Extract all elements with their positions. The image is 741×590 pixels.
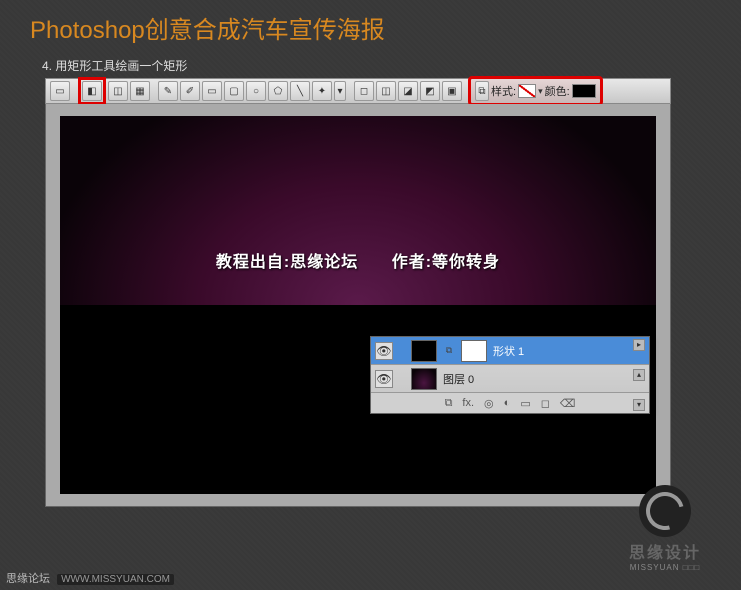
shape-layers-icon: ◧ bbox=[82, 81, 102, 101]
layers-panel-tools: ⧉ fx. ◎ ◐ ▭ ◻ ⌫ bbox=[371, 393, 649, 413]
logo-swirl-icon bbox=[639, 485, 691, 537]
panel-scroll: ▸ ▴ ▾ bbox=[633, 339, 647, 411]
mode-shape-layers-selected[interactable]: ◧ bbox=[78, 77, 106, 105]
panel-scroll-up-icon[interactable]: ▴ bbox=[633, 369, 645, 381]
layer-row[interactable]: 👁 ⧉ 形状 1 bbox=[371, 337, 649, 365]
new-layer-icon[interactable]: ◻ bbox=[541, 397, 550, 410]
panel-collapse-icon[interactable]: ▸ bbox=[633, 339, 645, 351]
link-style-icon[interactable]: ⧉ bbox=[475, 81, 489, 101]
document-window: 教程出自:思缘论坛 作者:等你转身 bbox=[45, 104, 671, 507]
logo-text-cn: 思缘设计 bbox=[629, 539, 701, 563]
footer: 思缘论坛 WWW.MISSYUAN.COM bbox=[6, 570, 174, 586]
delete-layer-icon[interactable]: ⌫ bbox=[560, 397, 576, 410]
freeform-pen-icon[interactable]: ✐ bbox=[180, 81, 200, 101]
step-instruction: 4. 用矩形工具绘画一个矩形 bbox=[0, 45, 741, 74]
style-swatch-none[interactable] bbox=[518, 84, 536, 98]
combine-subtract-icon[interactable]: ◪ bbox=[398, 81, 418, 101]
logo-text-en: MISSYUAN □□□ bbox=[629, 563, 701, 572]
color-swatch-black[interactable] bbox=[572, 84, 596, 98]
layer-group-icon[interactable]: ▭ bbox=[520, 397, 530, 410]
shape-options-dropdown-icon[interactable]: ▾ bbox=[334, 81, 346, 101]
options-toolbar: ▭ ◧ ◫ ▦ ✎ ✐ ▭ ▢ ○ ⬠ ╲ ✦ ▾ ◻ ◫ ◪ ◩ ▣ ⧉ 样式… bbox=[45, 78, 671, 104]
polygon-shape-icon[interactable]: ⬠ bbox=[268, 81, 288, 101]
custom-shape-icon[interactable]: ✦ bbox=[312, 81, 332, 101]
watermark-author: 作者:等你转身 bbox=[392, 254, 500, 271]
fill-pixels-mode-icon[interactable]: ▦ bbox=[130, 81, 150, 101]
visibility-eye-icon[interactable]: 👁 bbox=[375, 370, 393, 388]
visibility-eye-icon[interactable]: 👁 bbox=[375, 342, 393, 360]
style-label: 样式: bbox=[491, 83, 516, 99]
footer-url: WWW.MISSYUAN.COM bbox=[57, 574, 174, 585]
layers-panel: 👁 ⧉ 形状 1 👁 图层 0 ⧉ fx. ◎ ◐ ▭ ◻ ⌫ ▸ ▴ ▾ bbox=[370, 336, 650, 414]
rounded-rect-icon[interactable]: ▢ bbox=[224, 81, 244, 101]
mask-link-icon[interactable]: ⧉ bbox=[443, 345, 455, 356]
style-color-highlight: ⧉ 样式: ▾ 颜色: bbox=[468, 76, 603, 106]
layer-thumbnail[interactable] bbox=[411, 340, 437, 362]
site-logo: 思缘设计 MISSYUAN □□□ bbox=[629, 485, 701, 572]
tutorial-watermark: 教程出自:思缘论坛 作者:等你转身 bbox=[60, 248, 656, 272]
rectangle-shape-icon[interactable]: ▭ bbox=[202, 81, 222, 101]
footer-label: 思缘论坛 bbox=[6, 573, 50, 585]
layer-thumbnail[interactable] bbox=[411, 368, 437, 390]
combine-new-icon[interactable]: ◻ bbox=[354, 81, 374, 101]
vector-mask-thumbnail[interactable] bbox=[461, 340, 487, 362]
panel-scroll-down-icon[interactable]: ▾ bbox=[633, 399, 645, 411]
layer-mask-icon[interactable]: ◎ bbox=[484, 397, 494, 410]
style-dropdown-icon[interactable]: ▾ bbox=[538, 86, 543, 97]
tool-preset-icon[interactable]: ▭ bbox=[50, 81, 70, 101]
paths-mode-icon[interactable]: ◫ bbox=[108, 81, 128, 101]
layer-row[interactable]: 👁 图层 0 bbox=[371, 365, 649, 393]
combine-intersect-icon[interactable]: ◩ bbox=[420, 81, 440, 101]
layer-name[interactable]: 图层 0 bbox=[443, 371, 645, 387]
ellipse-shape-icon[interactable]: ○ bbox=[246, 81, 266, 101]
adjustment-layer-icon[interactable]: ◐ bbox=[504, 397, 511, 409]
link-layers-icon[interactable]: ⧉ bbox=[445, 397, 453, 410]
line-shape-icon[interactable]: ╲ bbox=[290, 81, 310, 101]
combine-exclude-icon[interactable]: ▣ bbox=[442, 81, 462, 101]
pen-tool-icon[interactable]: ✎ bbox=[158, 81, 178, 101]
watermark-source: 教程出自:思缘论坛 bbox=[216, 254, 358, 271]
photoshop-editor: ▭ ◧ ◫ ▦ ✎ ✐ ▭ ▢ ○ ⬠ ╲ ✦ ▾ ◻ ◫ ◪ ◩ ▣ ⧉ 样式… bbox=[45, 78, 671, 508]
combine-add-icon[interactable]: ◫ bbox=[376, 81, 396, 101]
layer-name[interactable]: 形状 1 bbox=[493, 343, 645, 359]
layer-fx-icon[interactable]: fx. bbox=[462, 397, 474, 409]
canvas[interactable]: 教程出自:思缘论坛 作者:等你转身 bbox=[60, 116, 656, 494]
background-gradient bbox=[60, 116, 656, 305]
page-title: Photoshop创意合成汽车宣传海报 bbox=[0, 0, 741, 45]
color-label: 颜色: bbox=[545, 83, 570, 99]
